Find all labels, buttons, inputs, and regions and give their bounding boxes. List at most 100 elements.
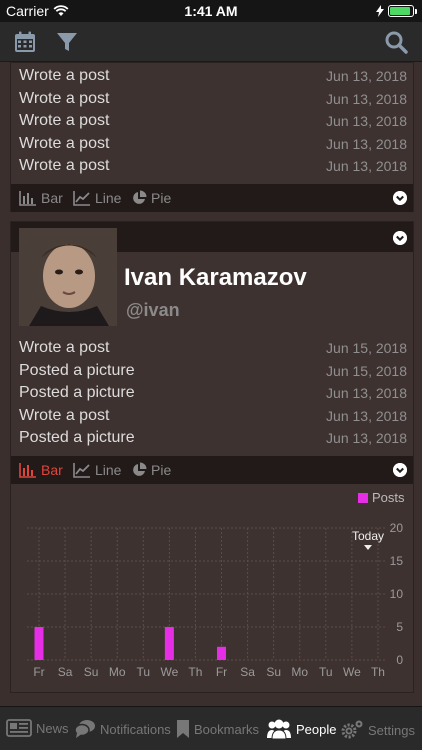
clock: 1:41 AM <box>184 3 238 19</box>
x-tick-label: Sa <box>58 665 73 679</box>
tab-bookmarks[interactable]: Bookmarks <box>176 719 259 739</box>
legend-swatch <box>358 493 368 503</box>
y-tick-label: 15 <box>390 554 404 568</box>
person-card: Ivan Karamazov @ivan Wrote a post Jun 15,… <box>10 221 414 693</box>
line-chart-option[interactable]: Line <box>73 190 121 206</box>
activity-date: Jun 13, 2018 <box>326 68 407 84</box>
pie-chart-option[interactable]: Pie <box>131 462 171 478</box>
line-option-label: Line <box>95 462 122 478</box>
x-tick-label: Tu <box>319 665 333 679</box>
activity-description: Wrote a post <box>19 406 110 424</box>
activity-description: Posted a picture <box>19 361 135 379</box>
activity-date: Jun 13, 2018 <box>326 90 407 107</box>
line-chart-option[interactable]: Line <box>73 462 121 478</box>
tab-settings[interactable]: Settings <box>340 719 415 741</box>
bar-chart-option[interactable]: Bar <box>19 462 63 478</box>
activity-row[interactable]: Posted a picture Jun 13, 2018 <box>19 427 407 449</box>
chevron-down-icon[interactable] <box>393 191 407 205</box>
activity-row[interactable]: Wrote a post Jun 13, 2018 <box>19 405 407 427</box>
activity-row[interactable]: Wrote a post Jun 13, 2018 <box>19 133 407 155</box>
pie-chart-option[interactable]: Pie <box>131 190 171 206</box>
activity-description: Wrote a post <box>19 112 110 130</box>
bar-chart-icon <box>19 463 36 478</box>
chart-type-bar: Bar Line Pie <box>11 456 413 484</box>
x-tick-label: Mo <box>291 665 308 679</box>
x-tick-label: Th <box>371 665 385 679</box>
legend-label: Posts <box>372 490 405 505</box>
activity-description: Posted a picture <box>19 384 135 402</box>
filter-icon[interactable] <box>55 30 79 54</box>
activity-description: Posted a picture <box>19 429 135 447</box>
activity-row[interactable]: Wrote a post Jun 13, 2018 <box>19 88 407 110</box>
activity-chart[interactable]: 0 5 10 15 20 Fr Sa Su Mo Tu We Th Fr Sa Su Mo Tu We Th Post… <box>11 484 415 690</box>
bar-option-label: Bar <box>41 462 63 478</box>
calendar-icon[interactable] <box>13 30 37 54</box>
line-chart-icon <box>73 463 90 478</box>
chevron-down-icon[interactable] <box>393 463 407 477</box>
x-tick-label: Su <box>84 665 99 679</box>
activity-date: Jun 13, 2018 <box>326 113 407 130</box>
pie-chart-icon <box>133 190 147 204</box>
activity-row[interactable]: Posted a picture Jun 15, 2018 <box>19 360 407 382</box>
chart-bar <box>34 627 44 660</box>
today-marker-arrow <box>364 545 372 550</box>
activity-date: Jun 13, 2018 <box>326 430 407 447</box>
x-tick-label: Fr <box>33 665 44 679</box>
activity-date: Jun 13, 2018 <box>326 158 407 175</box>
battery-icon <box>388 5 417 17</box>
line-option-label: Line <box>95 190 122 206</box>
bookmark-icon <box>177 720 189 738</box>
notifications-icon <box>74 720 95 738</box>
settings-icon <box>341 720 363 739</box>
x-tick-label: Su <box>266 665 281 679</box>
pie-option-label: Pie <box>151 190 172 206</box>
activity-row[interactable]: Wrote a post Jun 13, 2018 <box>19 110 407 132</box>
tab-news[interactable]: News <box>6 719 69 737</box>
activity-row[interactable]: Wrote a post Jun 13, 2018 <box>19 65 407 87</box>
chevron-down-icon[interactable] <box>393 231 407 245</box>
activity-row[interactable]: Posted a picture Jun 13, 2018 <box>19 382 407 404</box>
tab-people[interactable]: People <box>266 719 336 739</box>
people-icon <box>267 719 291 739</box>
status-bar: Carrier 1:41 AM <box>0 0 422 22</box>
person-card: Wrote a post Jun 13, 2018 Wrote a post Jun … <box>10 62 414 212</box>
person-name[interactable]: Ivan Karamazov <box>124 264 307 292</box>
y-tick-label: 20 <box>390 521 404 535</box>
y-tick-label: 5 <box>396 620 403 634</box>
person-handle[interactable]: @ivan <box>126 300 180 321</box>
x-tick-label: Th <box>188 665 202 679</box>
activity-description: Wrote a post <box>19 134 110 152</box>
tab-notifications[interactable]: Notifications <box>74 719 171 739</box>
x-tick-label: Mo <box>109 665 126 679</box>
y-tick-label: 10 <box>390 587 404 601</box>
activity-description: Wrote a post <box>19 67 110 84</box>
bar-chart-option[interactable]: Bar <box>19 190 63 206</box>
activity-date: Jun 13, 2018 <box>326 385 407 402</box>
y-tick-label: 0 <box>396 653 403 667</box>
activity-description: Wrote a post <box>19 157 110 175</box>
avatar[interactable] <box>19 228 117 326</box>
activity-description: Wrote a post <box>19 339 110 356</box>
tab-notifications-label: Notifications <box>100 721 171 737</box>
tab-bookmarks-label: Bookmarks <box>194 721 260 737</box>
x-tick-label: Fr <box>216 665 227 679</box>
activity-row[interactable]: Wrote a post Jun 13, 2018 <box>19 155 407 177</box>
pie-chart-icon <box>133 462 147 476</box>
line-chart-icon <box>73 191 90 206</box>
charging-icon <box>376 5 384 17</box>
x-tick-label: We <box>343 665 361 679</box>
news-icon <box>6 719 32 737</box>
activity-row[interactable]: Wrote a post Jun 15, 2018 <box>19 337 407 359</box>
chart-bar <box>217 646 227 660</box>
search-icon[interactable] <box>384 30 408 54</box>
tab-bar: News Notifications Bookmarks People Sett… <box>0 706 422 750</box>
bar-option-label: Bar <box>41 190 63 206</box>
activity-date: Jun 13, 2018 <box>326 407 407 424</box>
activity-date: Jun 15, 2018 <box>326 340 407 356</box>
chart-bar <box>164 627 174 660</box>
top-toolbar <box>0 22 422 62</box>
pie-option-label: Pie <box>151 462 172 478</box>
x-tick-label: Sa <box>240 665 255 679</box>
avatar-image <box>19 228 117 326</box>
tab-news-label: News <box>36 720 69 736</box>
